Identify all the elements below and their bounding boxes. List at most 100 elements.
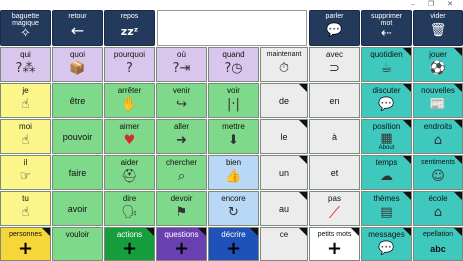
- folder-corner: [299, 84, 307, 92]
- folder-corner: [403, 192, 411, 200]
- word-qui[interactable]: qui ?⁂: [0, 47, 51, 82]
- folder-sentiments[interactable]: sentiments ☺: [413, 155, 463, 190]
- school-icon: ⌂: [433, 205, 443, 220]
- folder-discuter[interactable]: discuter 💬: [361, 83, 412, 118]
- word-aimer[interactable]: aimer ♥: [104, 119, 155, 154]
- folder-messages[interactable]: messages 💬: [361, 227, 412, 261]
- word-label: pourquoi: [113, 50, 146, 59]
- word-dire[interactable]: dire 🗣: [104, 191, 155, 226]
- word-pas[interactable]: pas ⟋: [309, 191, 360, 226]
- word-moi[interactable]: moi ☝: [0, 119, 51, 154]
- folder-corner: [454, 156, 462, 164]
- folder-personnes[interactable]: personnes +: [0, 227, 51, 261]
- folder-corner: [454, 120, 462, 128]
- folder-corner: [42, 228, 50, 236]
- you-pointing-icon: ☝: [21, 205, 30, 220]
- back-button[interactable]: retour ←: [52, 10, 103, 46]
- magic-label-1: baguette: [11, 13, 40, 20]
- folder-corner: [403, 120, 411, 128]
- he-pointing-icon: ☞: [19, 169, 32, 184]
- speak-button[interactable]: parler 💬: [309, 10, 360, 46]
- word-pouvoir[interactable]: pouvoir: [52, 119, 103, 154]
- folder-corner: [403, 84, 411, 92]
- word-je[interactable]: je ☝: [0, 83, 51, 118]
- word-voir[interactable]: voir |·|: [208, 83, 259, 118]
- word-un[interactable]: un: [260, 155, 308, 190]
- word-le[interactable]: le: [260, 119, 308, 154]
- weather-icon: ☁: [380, 169, 393, 184]
- signpost-question-icon: ?⇥: [172, 61, 191, 76]
- word-label: vouloir: [65, 230, 90, 239]
- word-label: devoir: [170, 194, 193, 203]
- heart-icon: ♥: [123, 133, 136, 148]
- word-maintenant[interactable]: maintenant ⏱: [260, 47, 308, 82]
- folder-petits-mots[interactable]: petits mots +: [309, 227, 360, 261]
- word-quoi[interactable]: quoi 📦: [52, 47, 103, 82]
- alphabet-icon: abc: [430, 244, 446, 254]
- folder-temps[interactable]: temps ☁: [361, 155, 412, 190]
- folder-jouer[interactable]: jouer ⚽: [413, 47, 463, 82]
- folder-ecole[interactable]: école ⌂: [413, 191, 463, 226]
- word-etre[interactable]: être: [52, 83, 103, 118]
- back-arrow-icon: ←: [70, 21, 85, 40]
- word-quand[interactable]: quand ?◷: [208, 47, 259, 82]
- word-arreter[interactable]: arrêter ✋: [104, 83, 155, 118]
- folder-corner: [403, 156, 411, 164]
- folder-nouvelles[interactable]: nouvelles 📰: [413, 83, 463, 118]
- rest-button[interactable]: repos zzᶻ: [104, 10, 155, 46]
- word-aider[interactable]: aider ⛑: [104, 155, 155, 190]
- word-chercher[interactable]: chercher ⌕: [156, 155, 207, 190]
- word-avoir[interactable]: avoir: [52, 191, 103, 226]
- magic-wand-button[interactable]: baguette magique ✧: [0, 10, 51, 46]
- word-tu[interactable]: tu ☝: [0, 191, 51, 226]
- word-et[interactable]: et: [309, 155, 360, 190]
- question-people-icon: ?⁂: [15, 61, 36, 76]
- folder-endroits[interactable]: endroits ⌂: [413, 119, 463, 154]
- word-ou[interactable]: où ?⇥: [156, 47, 207, 82]
- word-de[interactable]: de: [260, 83, 308, 118]
- folder-corner: [454, 84, 462, 92]
- word-en[interactable]: en: [309, 83, 360, 118]
- word-label: le: [280, 131, 288, 142]
- word-faire[interactable]: faire: [52, 155, 103, 190]
- word-au[interactable]: au: [260, 191, 308, 226]
- word-mettre[interactable]: mettre ⬇: [208, 119, 259, 154]
- close-button[interactable]: ✕: [443, 0, 457, 9]
- word-devoir[interactable]: devoir ⚑: [156, 191, 207, 226]
- word-pourquoi[interactable]: pourquoi ?: [104, 47, 155, 82]
- word-label: moi: [19, 122, 32, 131]
- word-il[interactable]: il ☞: [0, 155, 51, 190]
- message-bar[interactable]: [157, 10, 307, 46]
- sleep-icon: zzᶻ: [120, 25, 139, 38]
- folder-quotidien[interactable]: quotidien ☕: [361, 47, 412, 82]
- restore-button[interactable]: ❐: [424, 0, 438, 9]
- word-ce[interactable]: ce: [260, 227, 308, 261]
- folder-questions[interactable]: questions +: [156, 227, 207, 261]
- delete-word-button[interactable]: supprimer mot ⇠: [361, 10, 412, 46]
- folder-decrire[interactable]: décrire +: [208, 227, 259, 261]
- word-label: je: [22, 86, 29, 95]
- play-icon: ⚽: [429, 61, 447, 76]
- folder-themes[interactable]: thèmes ▤: [361, 191, 412, 226]
- self-pointing-icon: ☝: [21, 97, 30, 112]
- word-encore[interactable]: encore ↻: [208, 191, 259, 226]
- word-a[interactable]: à: [309, 119, 360, 154]
- word-bien[interactable]: bien 👍: [208, 155, 259, 190]
- folder-corner: [299, 120, 307, 128]
- folder-epellation[interactable]: epellation abc: [413, 227, 463, 261]
- plus-icon: +: [121, 238, 138, 259]
- folder-position[interactable]: position ▦ About: [361, 119, 412, 154]
- word-avec[interactable]: avec ⊃: [309, 47, 360, 82]
- clear-button[interactable]: vider 🗑: [413, 10, 463, 46]
- word-label: tu: [22, 194, 29, 203]
- word-venir[interactable]: venir ↪: [156, 83, 207, 118]
- minimize-button[interactable]: –: [406, 0, 420, 9]
- magic-wand-icon: ✧: [20, 26, 31, 41]
- word-vouloir[interactable]: vouloir: [52, 227, 103, 261]
- plus-icon: +: [225, 238, 242, 259]
- word-label: chercher: [165, 158, 198, 167]
- word-aller[interactable]: aller ➜: [156, 119, 207, 154]
- word-label: il: [23, 158, 28, 167]
- folder-actions[interactable]: actions +: [104, 227, 155, 261]
- word-label: encore: [221, 194, 246, 203]
